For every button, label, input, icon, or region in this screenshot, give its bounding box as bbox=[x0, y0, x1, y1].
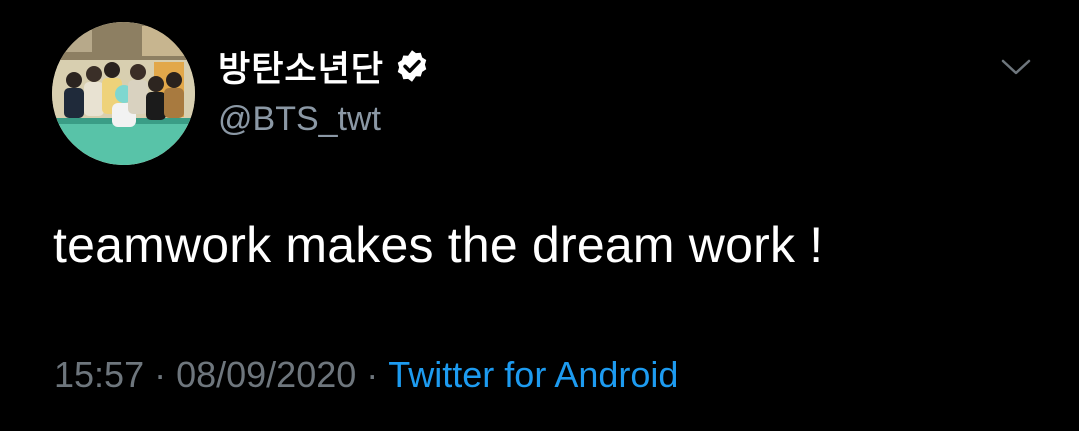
tweet-time[interactable]: 15:57 bbox=[54, 354, 144, 396]
meta-separator: · bbox=[366, 354, 379, 395]
tweet-source-link[interactable]: Twitter for Android bbox=[388, 354, 678, 396]
verified-badge-icon bbox=[397, 50, 427, 82]
group-photo-icon bbox=[52, 22, 195, 165]
author-name-row[interactable]: 방탄소년단 bbox=[218, 38, 430, 94]
tweet-meta: 15:57 · 08/09/2020 · Twitter for Android bbox=[54, 354, 678, 396]
author-handle[interactable]: @BTS_twt bbox=[218, 100, 381, 139]
display-name[interactable]: 방탄소년단 bbox=[218, 41, 384, 92]
tweet-text: teamwork makes the dream work ! bbox=[53, 217, 824, 273]
meta-separator: · bbox=[154, 354, 167, 395]
avatar[interactable] bbox=[52, 22, 195, 165]
tweet-date[interactable]: 08/09/2020 bbox=[176, 354, 356, 396]
chevron-down-icon[interactable] bbox=[998, 52, 1034, 82]
tweet-card: 방탄소년단 @BTS_twt teamwork makes the dream … bbox=[0, 0, 1079, 431]
